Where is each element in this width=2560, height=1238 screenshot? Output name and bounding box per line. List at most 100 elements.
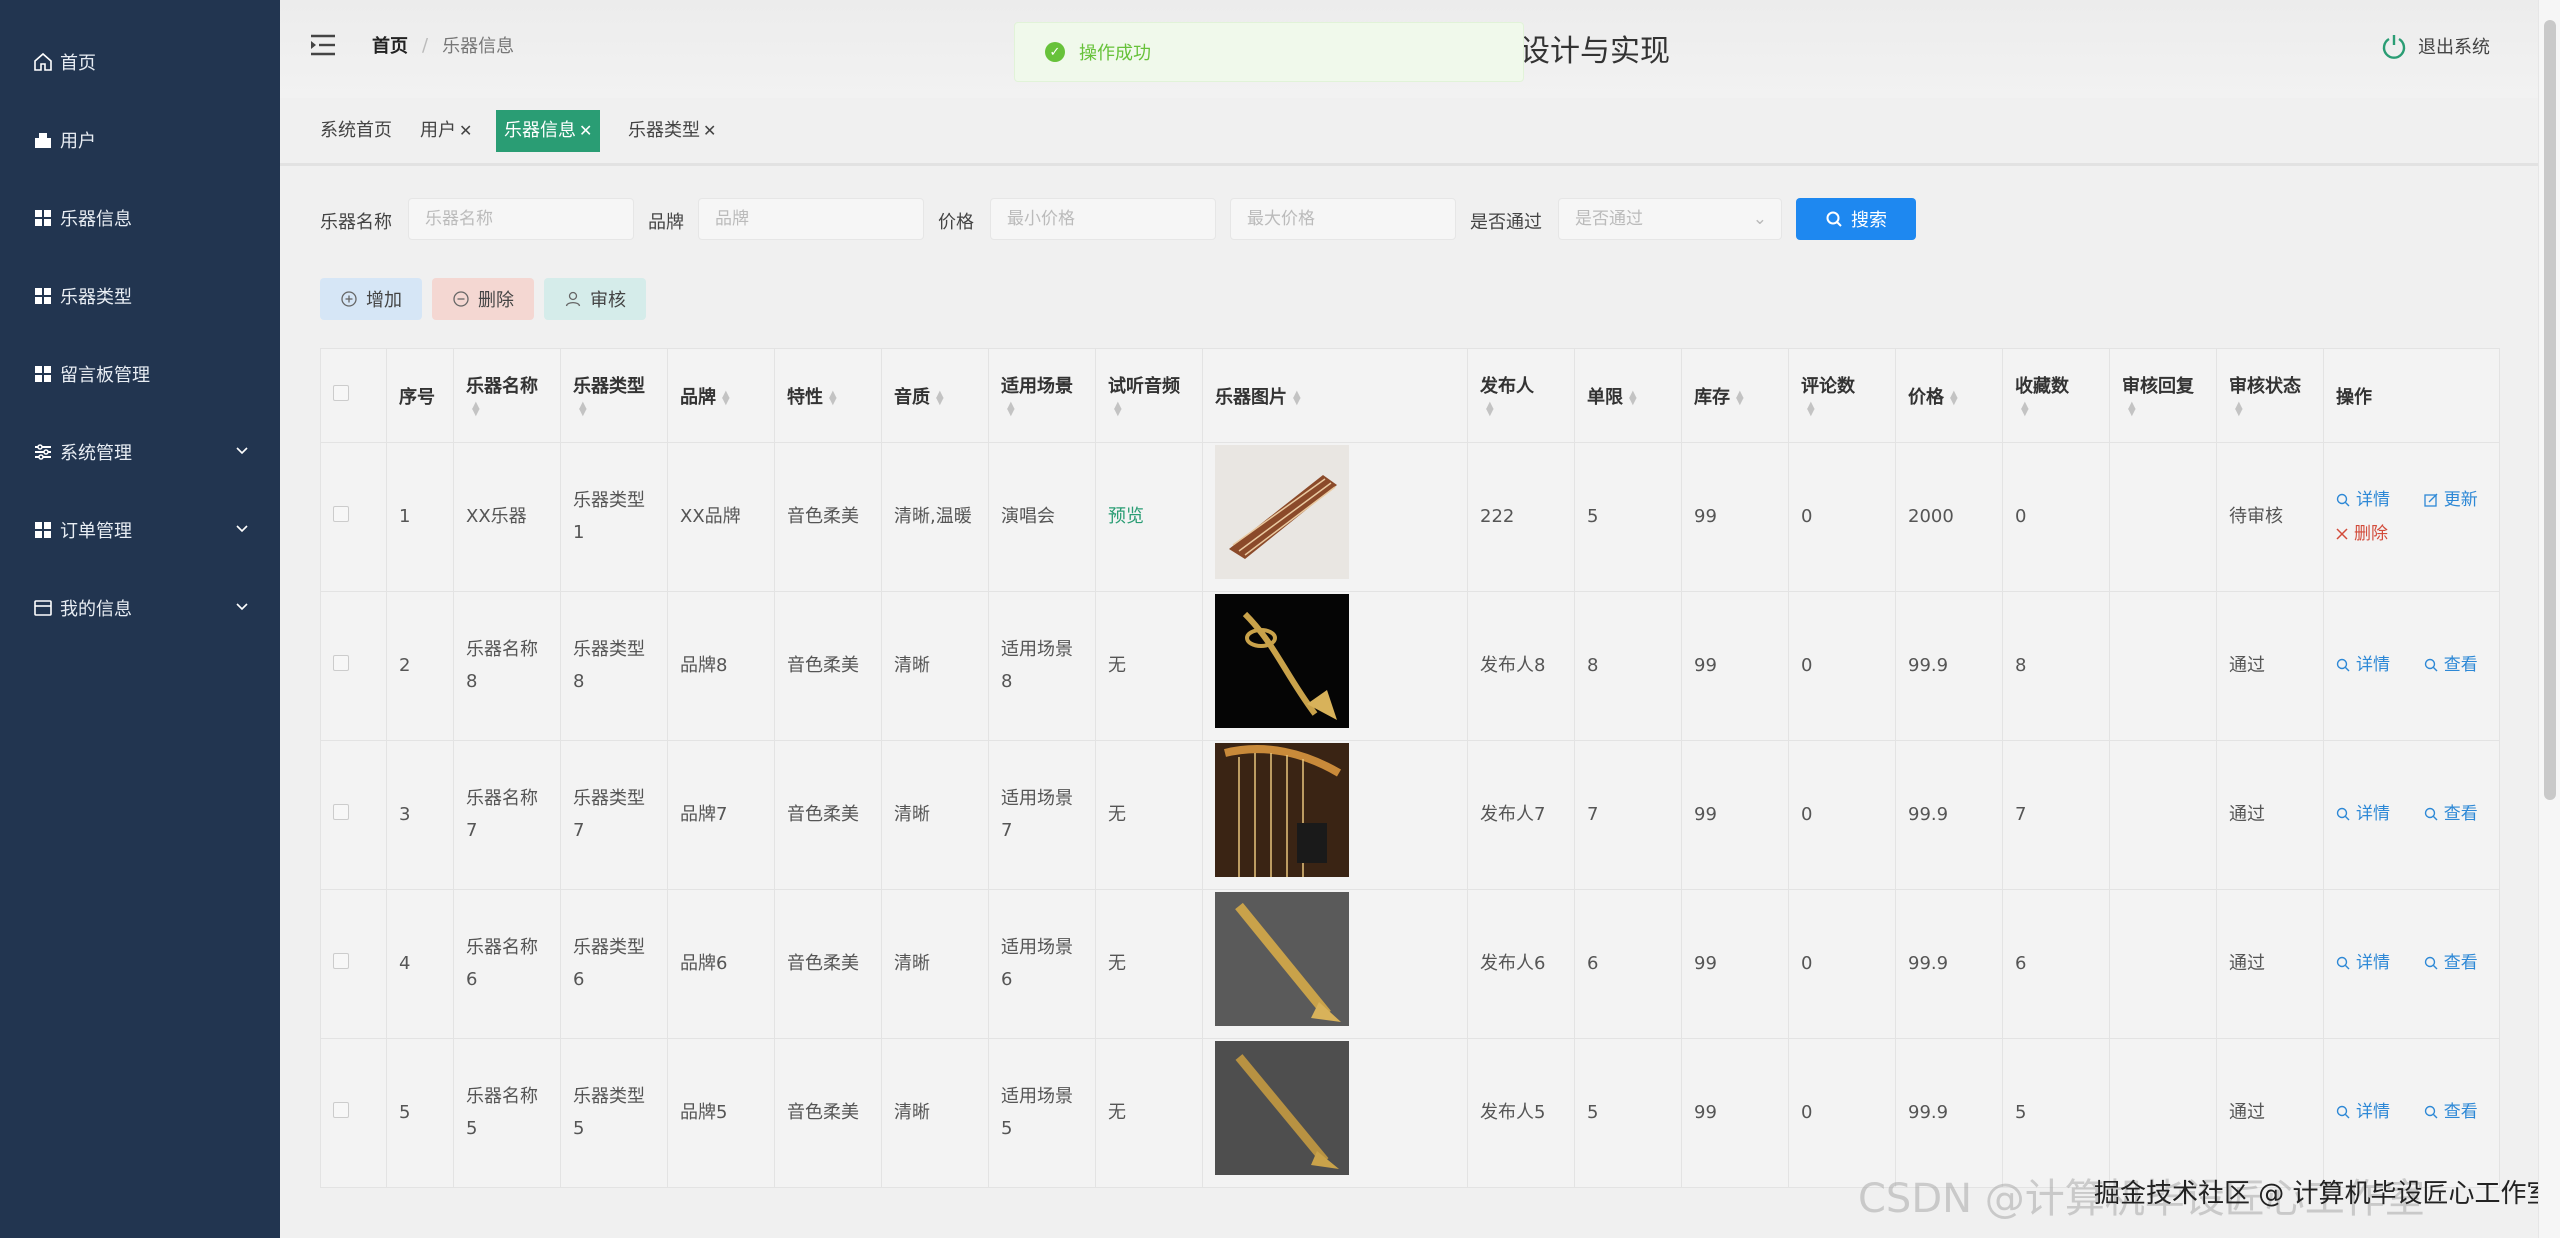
column-header-sortable[interactable]: 乐器图片 ▲ ▼ bbox=[1202, 348, 1468, 443]
sidebar-item-message-board[interactable]: 留言板管理 bbox=[0, 349, 280, 399]
column-header-sortable[interactable]: 音质 ▲ ▼ bbox=[881, 348, 989, 443]
breadcrumb-home[interactable]: 首页 bbox=[372, 32, 408, 58]
menu-toggle-icon[interactable] bbox=[308, 30, 338, 60]
row-checkbox[interactable] bbox=[333, 804, 349, 820]
select-all-checkbox[interactable] bbox=[333, 385, 349, 401]
tab-system-home[interactable]: 系统首页 bbox=[312, 110, 400, 152]
cell-no: 2 bbox=[386, 591, 454, 741]
audit-button-label: 审核 bbox=[590, 290, 626, 311]
min-price-input[interactable]: 最小价格 bbox=[990, 198, 1216, 240]
add-button[interactable]: 增加 bbox=[320, 278, 422, 320]
sort-icon[interactable]: ▲ ▼ bbox=[2021, 401, 2029, 418]
row-checkbox[interactable] bbox=[333, 506, 349, 522]
search-icon bbox=[2336, 1105, 2350, 1119]
detail-button[interactable]: 详情 bbox=[2336, 649, 2390, 681]
sidebar-item-instrument-type[interactable]: 乐器类型 bbox=[0, 271, 280, 321]
logout-button[interactable]: 退出系统 bbox=[2380, 32, 2490, 60]
tab-user[interactable]: 用户 ✕ bbox=[412, 110, 480, 152]
sort-icon[interactable]: ▲ ▼ bbox=[2235, 401, 2243, 418]
tab-instrument-info[interactable]: 乐器信息 ✕ bbox=[496, 110, 601, 152]
view-button[interactable]: 查看 bbox=[2424, 1096, 2478, 1128]
cell-feature: 音色柔美 bbox=[774, 889, 882, 1039]
sort-icon[interactable]: ▲ ▼ bbox=[579, 401, 587, 418]
vertical-scrollbar[interactable] bbox=[2538, 0, 2560, 1238]
cell-limit: 5 bbox=[1574, 442, 1682, 592]
cell-brand: 品牌5 bbox=[667, 1038, 775, 1188]
name-input[interactable]: 乐器名称 bbox=[408, 198, 634, 240]
instrument-image-soprano-sax bbox=[1215, 891, 1349, 1026]
sort-icon[interactable]: ▲ ▼ bbox=[1950, 389, 1958, 406]
cell-reply bbox=[2109, 740, 2217, 890]
column-header-sortable[interactable]: 价格 ▲ ▼ bbox=[1895, 348, 2003, 443]
column-header-sortable[interactable]: 乐器名称 ▲ ▼ bbox=[453, 348, 561, 443]
sidebar-item-orders[interactable]: 订单管理 bbox=[0, 505, 280, 555]
column-header-sortable[interactable]: 品牌 ▲ ▼ bbox=[667, 348, 775, 443]
update-button[interactable]: 更新 bbox=[2424, 484, 2478, 516]
sort-icon[interactable]: ▲ ▼ bbox=[722, 389, 730, 406]
cell-limit: 5 bbox=[1574, 1038, 1682, 1188]
detail-label: 详情 bbox=[2356, 1102, 2390, 1122]
breadcrumb-current: 乐器信息 bbox=[442, 36, 515, 57]
column-header-sortable[interactable]: 发布人 ▲ ▼ bbox=[1467, 348, 1575, 443]
close-icon[interactable]: ✕ bbox=[459, 121, 472, 140]
column-header-label: 适用场景 bbox=[1001, 376, 1073, 397]
column-header-sortable[interactable]: 库存 ▲ ▼ bbox=[1681, 348, 1789, 443]
row-delete-button[interactable]: 删除 bbox=[2336, 518, 2388, 550]
cell-publisher: 发布人5 bbox=[1467, 1038, 1575, 1188]
sidebar-item-label: 我的信息 bbox=[60, 599, 132, 620]
sort-icon[interactable]: ▲ ▼ bbox=[936, 389, 944, 406]
sort-icon[interactable]: ▲ ▼ bbox=[1629, 389, 1637, 406]
column-header-sortable[interactable]: 特性 ▲ ▼ bbox=[774, 348, 882, 443]
tab-instrument-type[interactable]: 乐器类型 ✕ bbox=[620, 110, 724, 152]
column-header-sortable[interactable]: 试听音频 ▲ ▼ bbox=[1095, 348, 1203, 443]
max-price-input[interactable]: 最大价格 bbox=[1230, 198, 1456, 240]
pass-select[interactable]: 是否通过 ⌄ bbox=[1558, 198, 1782, 240]
cell-audio: 无 bbox=[1095, 591, 1203, 741]
audio-preview-link[interactable]: 预览 bbox=[1108, 506, 1144, 527]
detail-button[interactable]: 详情 bbox=[2336, 947, 2390, 979]
sidebar-item-instrument-info[interactable]: 乐器信息 bbox=[0, 193, 280, 243]
sort-icon[interactable]: ▲ ▼ bbox=[1807, 401, 1815, 418]
sort-icon[interactable]: ▲ ▼ bbox=[1293, 389, 1301, 406]
brand-input[interactable]: 品牌 bbox=[698, 198, 924, 240]
sidebar-item-user[interactable]: 用户 bbox=[0, 115, 280, 165]
row-checkbox[interactable] bbox=[333, 1102, 349, 1118]
search-button[interactable]: 搜索 bbox=[1796, 198, 1916, 240]
row-checkbox[interactable] bbox=[333, 953, 349, 969]
sort-icon[interactable]: ▲ ▼ bbox=[1114, 401, 1122, 418]
column-header-label: 发布人 bbox=[1480, 376, 1534, 397]
view-button[interactable]: 查看 bbox=[2424, 649, 2478, 681]
view-button[interactable]: 查看 bbox=[2424, 947, 2478, 979]
column-header-sortable[interactable]: 审核状态 ▲ ▼ bbox=[2216, 348, 2324, 443]
sort-icon[interactable]: ▲ ▼ bbox=[1486, 401, 1494, 418]
column-header-sortable[interactable]: 收藏数 ▲ ▼ bbox=[2002, 348, 2110, 443]
column-header-sortable[interactable]: 单限 ▲ ▼ bbox=[1574, 348, 1682, 443]
column-header-sortable[interactable]: 审核回复 ▲ ▼ bbox=[2109, 348, 2217, 443]
audit-button[interactable]: 审核 bbox=[544, 278, 646, 320]
sort-icon[interactable]: ▲ ▼ bbox=[472, 401, 480, 418]
sidebar-item-home[interactable]: 首页 bbox=[0, 37, 280, 87]
sort-icon[interactable]: ▲ ▼ bbox=[1736, 389, 1744, 406]
column-header-sortable[interactable]: 评论数 ▲ ▼ bbox=[1788, 348, 1896, 443]
delete-button[interactable]: 删除 bbox=[432, 278, 534, 320]
detail-button[interactable]: 详情 bbox=[2336, 798, 2390, 830]
plus-circle-icon bbox=[341, 291, 357, 307]
cell-type: 乐器类型8 bbox=[560, 591, 668, 741]
sort-icon[interactable]: ▲ ▼ bbox=[829, 389, 837, 406]
sort-icon[interactable]: ▲ ▼ bbox=[2128, 401, 2136, 418]
detail-button[interactable]: 详情 bbox=[2336, 1096, 2390, 1128]
column-header-sortable[interactable]: 适用场景 ▲ ▼ bbox=[988, 348, 1096, 443]
close-icon[interactable]: ✕ bbox=[703, 121, 716, 140]
sidebar-item-system[interactable]: 系统管理 bbox=[0, 427, 280, 477]
sort-icon[interactable]: ▲ ▼ bbox=[1007, 401, 1015, 418]
home-icon bbox=[32, 51, 54, 73]
scrollbar-thumb[interactable] bbox=[2544, 20, 2556, 800]
cell-price: 99.9 bbox=[1895, 591, 2003, 741]
close-icon[interactable]: ✕ bbox=[579, 121, 592, 140]
cell-quality: 清晰,温暖 bbox=[881, 442, 989, 592]
view-button[interactable]: 查看 bbox=[2424, 798, 2478, 830]
column-header-sortable[interactable]: 乐器类型 ▲ ▼ bbox=[560, 348, 668, 443]
row-checkbox[interactable] bbox=[333, 655, 349, 671]
detail-button[interactable]: 详情 bbox=[2336, 484, 2390, 516]
sidebar-item-my-info[interactable]: 我的信息 bbox=[0, 583, 280, 633]
